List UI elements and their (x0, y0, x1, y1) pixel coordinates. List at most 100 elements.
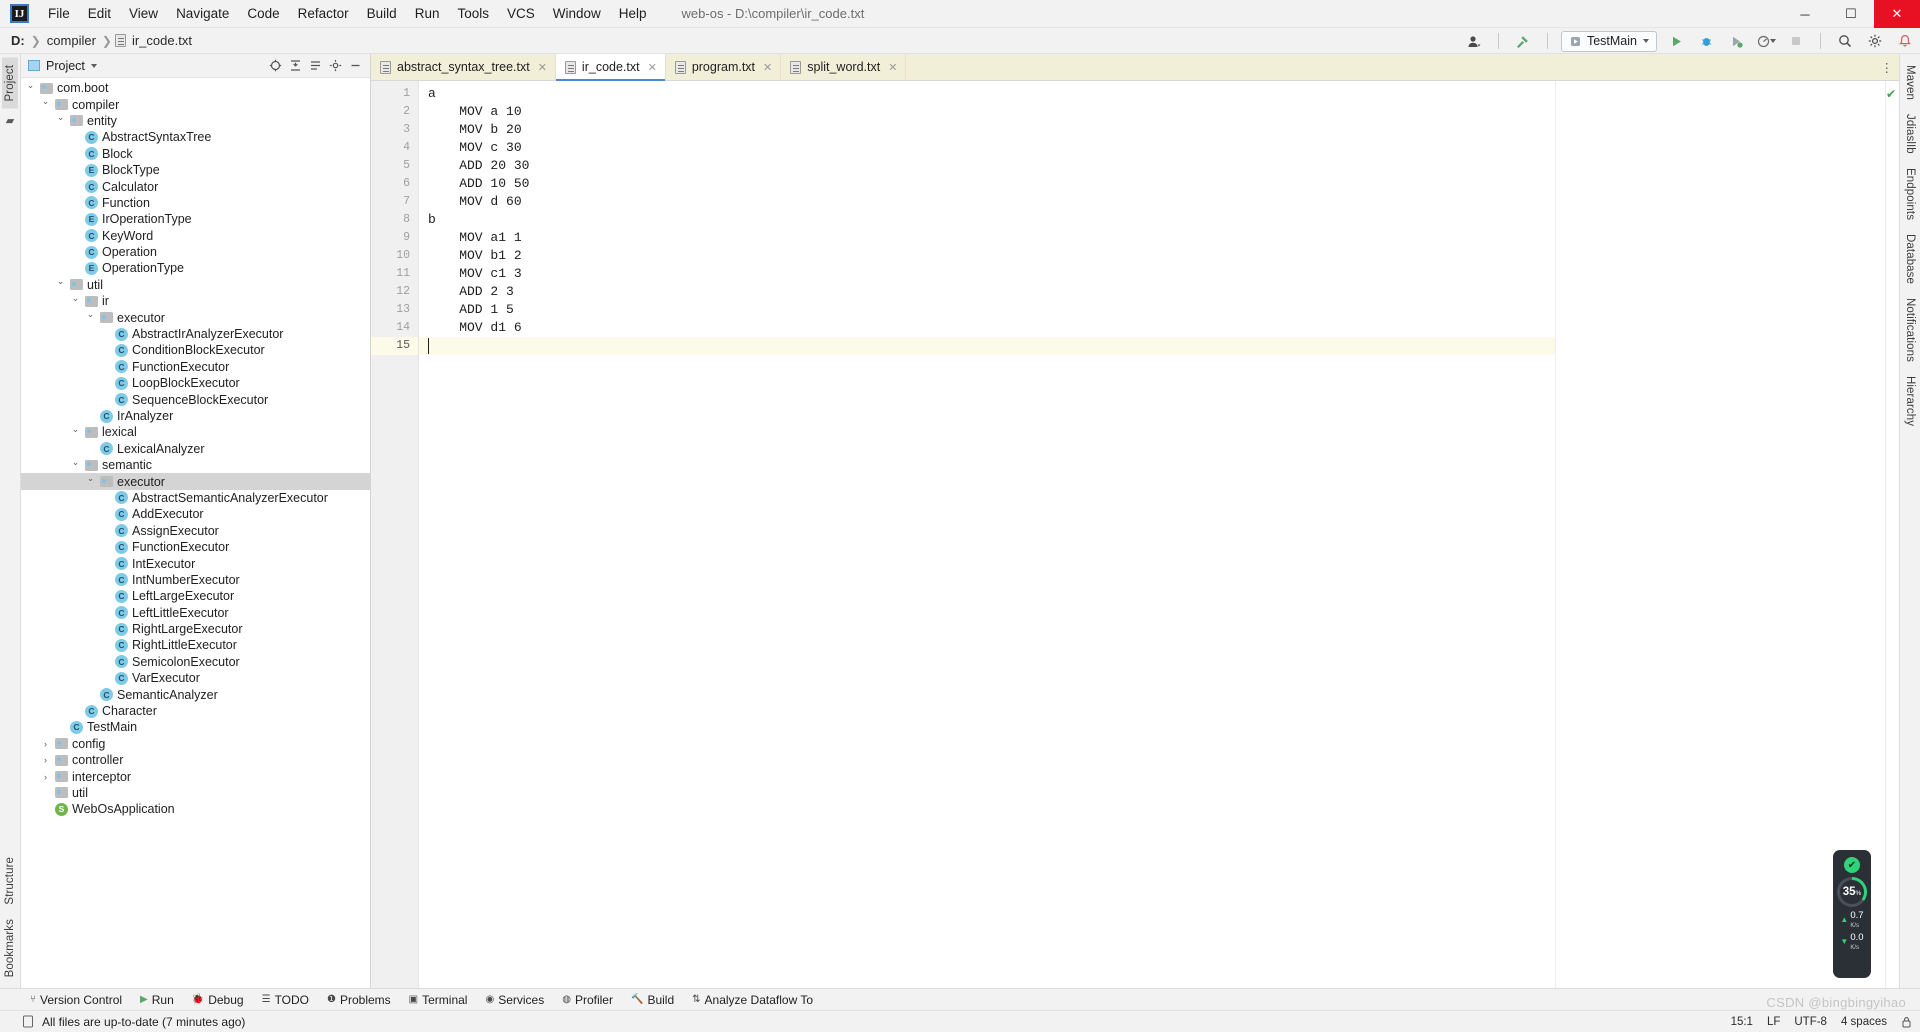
close-button[interactable]: ✕ (1874, 0, 1920, 28)
editor-error-stripe[interactable]: ✔ (1885, 81, 1899, 988)
breadcrumb-compiler[interactable]: compiler (44, 32, 99, 49)
chevron-down-icon[interactable] (70, 427, 81, 438)
tree-node[interactable]: C FunctionExecutor (21, 539, 370, 555)
editor-tab-ir-code[interactable]: ir_code.txt ✕ (555, 54, 666, 81)
tree-node[interactable]: C AbstractSyntaxTree (21, 129, 370, 145)
tree-node[interactable]: C RightLargeExecutor (21, 621, 370, 637)
chevron-down-icon[interactable] (90, 63, 97, 68)
code-line[interactable]: ADD 10 50 (419, 175, 1555, 193)
tool-window-todo[interactable]: ☰ TODO (254, 991, 317, 1009)
tree-node[interactable]: executor (21, 473, 370, 490)
run-configuration-selector[interactable]: TestMain (1560, 30, 1657, 52)
chevron-down-icon[interactable] (40, 99, 51, 110)
hammer-build-icon[interactable] (1512, 30, 1534, 52)
tree-node[interactable]: C TestMain (21, 719, 370, 735)
stop-icon[interactable] (1785, 30, 1807, 52)
notifications-bell-icon[interactable] (1894, 30, 1916, 52)
tree-node[interactable]: C SemanticAnalyzer (21, 686, 370, 702)
chevron-right-icon[interactable] (40, 755, 51, 765)
code-line[interactable]: MOV b 20 (419, 121, 1555, 139)
sidebar-item-maven[interactable]: Maven (1902, 58, 1918, 107)
menu-file[interactable]: File (39, 2, 79, 25)
gear-icon[interactable] (1864, 30, 1886, 52)
chevron-right-icon[interactable] (40, 739, 51, 749)
menu-vcs[interactable]: VCS (498, 2, 544, 25)
tree-node[interactable]: C AssignExecutor (21, 523, 370, 539)
tree-node[interactable]: C LoopBlockExecutor (21, 375, 370, 391)
tree-node[interactable]: semantic (21, 457, 370, 473)
tree-node[interactable]: C KeyWord (21, 228, 370, 244)
menu-edit[interactable]: Edit (79, 2, 120, 25)
code-line[interactable] (419, 337, 1555, 355)
editor-gutter[interactable]: 1 2 3 4 5 6 7 8 9 10 11 12 13 14 15 (371, 81, 419, 988)
close-icon[interactable]: ✕ (888, 61, 897, 74)
tool-window-build[interactable]: 🔨 Build (623, 991, 682, 1009)
project-tree[interactable]: com.bootcompilerentity C AbstractSyntaxTre… (21, 78, 370, 988)
tool-window-version-control[interactable]: ⑂ Version Control (22, 991, 130, 1009)
code-line[interactable]: ADD 20 30 (419, 157, 1555, 175)
tree-node[interactable]: util (21, 277, 370, 293)
tool-window-run[interactable]: ▶ Run (132, 991, 182, 1009)
tree-node[interactable]: C ConditionBlockExecutor (21, 342, 370, 358)
tree-node[interactable]: C LeftLargeExecutor (21, 588, 370, 604)
chevron-down-icon[interactable] (70, 460, 81, 471)
tree-node[interactable]: E BlockType (21, 162, 370, 178)
sidebar-item-notifications[interactable]: Notifications (1902, 291, 1918, 369)
code-line[interactable]: MOV a1 1 (419, 229, 1555, 247)
network-monitor-widget[interactable]: ✔ 35% ▲ 0.7 K/s ▼ 0.0 K/s (1833, 850, 1871, 978)
chevron-down-icon[interactable] (70, 296, 81, 307)
caret-position[interactable]: 15:1 (1731, 1016, 1753, 1028)
breadcrumb-drive[interactable]: D: (8, 32, 28, 49)
tool-window-terminal[interactable]: ▣ Terminal (401, 991, 476, 1009)
sidebar-item-structure[interactable]: Structure (2, 850, 18, 912)
tree-node[interactable]: C IntExecutor (21, 555, 370, 571)
code-line[interactable]: b (419, 211, 1555, 229)
debug-icon[interactable] (1695, 30, 1717, 52)
tree-node[interactable]: config (21, 736, 370, 752)
tree-node[interactable]: C LexicalAnalyzer (21, 441, 370, 457)
chevron-down-icon[interactable] (85, 312, 96, 323)
code-line[interactable]: MOV c 30 (419, 139, 1555, 157)
code-line[interactable]: ADD 2 3 (419, 283, 1555, 301)
tree-node[interactable]: C LeftLittleExecutor (21, 605, 370, 621)
code-line[interactable]: ADD 1 5 (419, 301, 1555, 319)
tree-node[interactable]: lexical (21, 424, 370, 440)
chevron-down-icon[interactable] (55, 115, 66, 126)
menu-build[interactable]: Build (358, 2, 406, 25)
tree-node[interactable]: C RightLittleExecutor (21, 637, 370, 653)
tool-window-debug[interactable]: 🐞 Debug (184, 991, 252, 1009)
tree-node[interactable]: C Calculator (21, 178, 370, 194)
tree-node[interactable]: util (21, 785, 370, 801)
editor-tab-abstract-syntax-tree[interactable]: abstract_syntax_tree.txt ✕ (371, 54, 556, 80)
code-line[interactable]: MOV d 60 (419, 193, 1555, 211)
tree-node[interactable]: C Operation (21, 244, 370, 260)
user-icon[interactable] (1463, 30, 1485, 52)
bookmark-small-icon[interactable]: ▰ (6, 114, 14, 127)
tree-node[interactable]: C SequenceBlockExecutor (21, 391, 370, 407)
close-icon[interactable]: ✕ (648, 61, 657, 74)
tool-window-services[interactable]: ◉ Services (477, 991, 552, 1009)
tree-node[interactable]: C FunctionExecutor (21, 359, 370, 375)
tree-node[interactable]: interceptor (21, 768, 370, 784)
tree-node[interactable]: E IrOperationType (21, 211, 370, 227)
editor-tab-split-word[interactable]: split_word.txt ✕ (781, 54, 907, 80)
file-encoding[interactable]: UTF-8 (1794, 1016, 1827, 1028)
tree-node[interactable]: C AbstractSemanticAnalyzerExecutor (21, 490, 370, 506)
hide-panel-icon[interactable] (349, 59, 362, 72)
tree-node[interactable]: C AbstractIrAnalyzerExecutor (21, 326, 370, 342)
chevron-right-icon[interactable] (40, 772, 51, 782)
editor-tab-program[interactable]: program.txt ✕ (665, 54, 782, 80)
search-icon[interactable] (1834, 30, 1856, 52)
sidebar-item-jdiaslib[interactable]: JdiaslIb (1902, 107, 1918, 161)
maximize-button[interactable]: ☐ (1828, 0, 1874, 28)
indent-setting[interactable]: 4 spaces (1841, 1016, 1887, 1028)
editor-tab-overflow[interactable]: ⋮ (1881, 54, 1900, 80)
breadcrumb-file[interactable]: ir_code.txt (129, 32, 195, 49)
tool-window-problems[interactable]: ❶ Problems (319, 991, 399, 1009)
gear-icon[interactable] (329, 59, 342, 72)
tree-node[interactable]: controller (21, 752, 370, 768)
tree-node[interactable]: S WebOsApplication (21, 801, 370, 817)
code-line[interactable]: a (419, 85, 1555, 103)
tree-node[interactable]: entity (21, 113, 370, 129)
tool-window-analyze-dataflow-to[interactable]: ⇅ Analyze Dataflow To (684, 991, 821, 1009)
